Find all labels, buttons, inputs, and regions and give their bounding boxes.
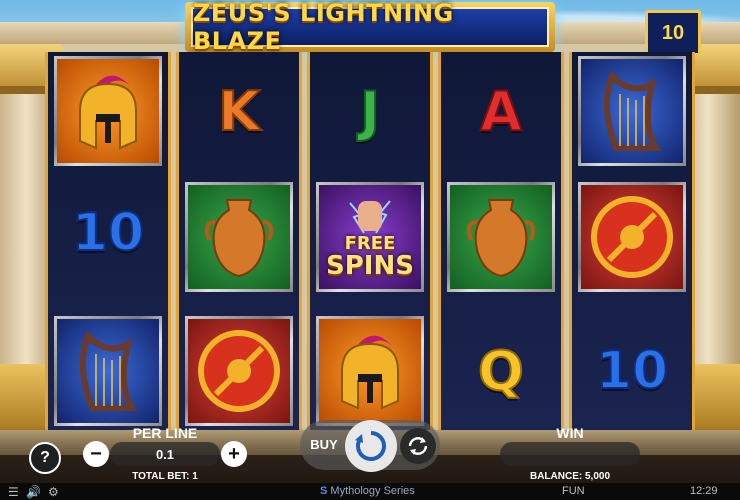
sound-icon[interactable]: 🔊 [26,485,41,499]
symbol-j: J [359,79,381,144]
symbol-helmet [316,316,424,426]
help-button[interactable]: ? [29,442,61,474]
symbol-a: A [479,79,523,144]
free-spins-label: FREE SPINS [326,233,414,281]
symbol-q: Q [477,339,525,404]
shield-icon [198,330,280,412]
paylines-count: 10 [645,10,701,56]
brand-logo-icon: S [320,485,328,497]
harp-icon [603,70,662,151]
buy-button[interactable]: BUY [305,432,343,456]
settings-icon[interactable]: ⚙ [48,485,59,499]
helmet-icon [79,75,137,150]
autoplay-icon [408,437,428,455]
total-bet: TOTAL BET: 1 [132,471,198,482]
increase-bet-button[interactable]: + [221,441,247,467]
autoplay-button[interactable] [400,428,436,464]
symbol-k: K [217,79,261,144]
symbol-vase [447,182,555,292]
symbol-free-spins: FREE SPINS [316,182,424,292]
per-line-label: PER LINE [132,425,198,441]
game-title-plate: ZEUS'S LIGHTNING BLAZE [185,0,555,55]
win-value [500,442,640,466]
menu-icon[interactable]: ☰ [8,485,19,499]
win-label: WIN [556,425,584,441]
vase-icon [205,199,273,278]
symbol-harp [54,316,162,426]
reel-5: 10 [569,52,695,430]
symbol-helmet [54,56,162,166]
reel-2: K [176,52,302,430]
reel-1: 10 [45,52,171,430]
symbol-vase [185,182,293,292]
helmet-icon [341,335,399,410]
per-line-value: 0.1 [110,442,220,466]
shield-icon [591,196,673,278]
symbol-shield [185,316,293,426]
symbol-harp [578,56,686,166]
harp-icon [79,330,138,411]
balance: BALANCE: 5,000 [529,471,611,482]
play-mode: FUN [562,485,585,497]
reel-3: J FREE SPINS [307,52,433,430]
brand-label: S Mythology Series [320,485,415,497]
symbol-shield [578,182,686,292]
spin-button[interactable] [345,420,397,472]
decrease-bet-button[interactable]: − [83,441,109,467]
symbol-ten: 10 [71,202,145,264]
spin-icon [355,431,386,461]
reel-area: 10 K J FREE SPINS A Q 10 [45,52,697,430]
game-title: ZEUS'S LIGHTNING BLAZE [193,0,454,55]
vase-icon [467,199,535,278]
reel-4: A Q [438,52,564,430]
symbol-ten: 10 [595,340,669,402]
clock: 12:29 [690,485,718,497]
